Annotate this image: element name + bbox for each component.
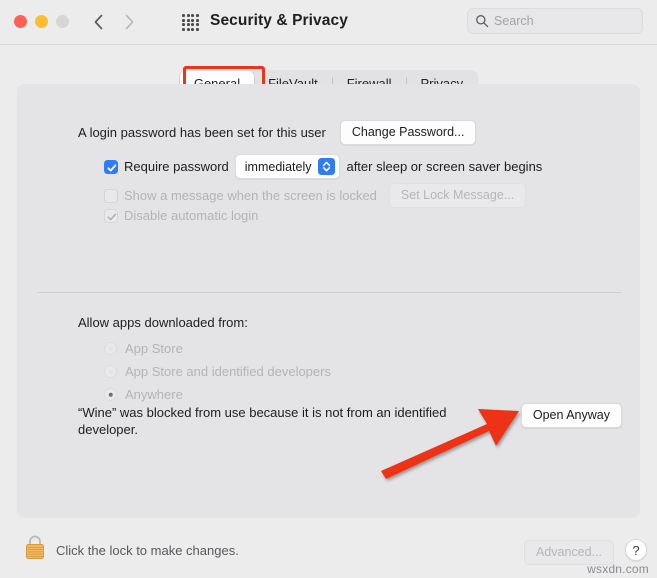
grid-apps-icon[interactable] <box>182 14 199 31</box>
back-chevron-icon[interactable] <box>90 9 108 35</box>
chevron-updown-icon <box>318 158 336 175</box>
general-settings-panel: A login password has been set for this u… <box>17 84 640 518</box>
window-titlebar: Security & Privacy <box>0 0 657 45</box>
radio-app-store: App Store <box>104 341 183 356</box>
radio-anywhere: Anywhere <box>104 387 183 402</box>
radio-app-store-label: App Store <box>125 341 183 356</box>
disable-auto-login-checkbox <box>104 208 118 223</box>
set-lock-message-button: Set Lock Message... <box>388 183 527 209</box>
page-title: Security & Privacy <box>210 12 348 29</box>
search-field[interactable] <box>467 8 643 34</box>
allow-apps-heading: Allow apps downloaded from: <box>78 315 248 330</box>
traffic-light-buttons <box>14 15 69 28</box>
open-anyway-button[interactable]: Open Anyway <box>520 403 622 429</box>
disable-auto-login-row: Disable automatic login <box>104 208 258 223</box>
radio-app-store-identified: App Store and identified developers <box>104 364 331 379</box>
close-button[interactable] <box>14 15 27 28</box>
change-password-button[interactable]: Change Password... <box>339 120 477 146</box>
disable-auto-login-label: Disable automatic login <box>124 208 259 223</box>
zoom-button <box>56 15 69 28</box>
require-password-delay-popup[interactable]: immediately <box>234 154 341 179</box>
radio-anywhere-control <box>104 388 117 401</box>
search-input[interactable] <box>494 14 624 28</box>
require-password-suffix: after sleep or screen saver begins <box>346 159 543 174</box>
login-password-row: A login password has been set for this u… <box>78 120 477 146</box>
login-password-label: A login password has been set for this u… <box>78 125 326 141</box>
locked-padlock-icon <box>26 535 44 559</box>
show-lock-message-checkbox <box>104 188 118 203</box>
radio-app-store-control <box>104 342 117 355</box>
section-divider <box>38 292 621 293</box>
radio-app-store-identified-control <box>104 365 117 378</box>
search-icon <box>476 15 489 28</box>
help-button[interactable]: ? <box>625 539 647 561</box>
require-password-row: Require password immediately after sleep… <box>104 154 542 179</box>
show-lock-message-row: Show a message when the screen is locked… <box>104 183 527 209</box>
blocked-app-message: “Wine” was blocked from use because it i… <box>78 405 447 437</box>
forward-chevron-icon <box>120 9 138 35</box>
require-password-delay-value: immediately <box>244 159 312 174</box>
require-password-checkbox[interactable] <box>104 159 118 174</box>
show-lock-message-label: Show a message when the screen is locked <box>124 188 377 204</box>
radio-app-store-identified-label: App Store and identified developers <box>125 364 331 379</box>
radio-anywhere-label: Anywhere <box>125 387 183 402</box>
navigation-buttons <box>90 9 138 35</box>
lock-instruction-text: Click the lock to make changes. <box>56 543 239 558</box>
watermark: wsxdn.com <box>587 562 649 576</box>
minimize-button[interactable] <box>35 15 48 28</box>
require-password-label: Require password <box>124 159 229 174</box>
lock-button[interactable] <box>22 532 48 562</box>
